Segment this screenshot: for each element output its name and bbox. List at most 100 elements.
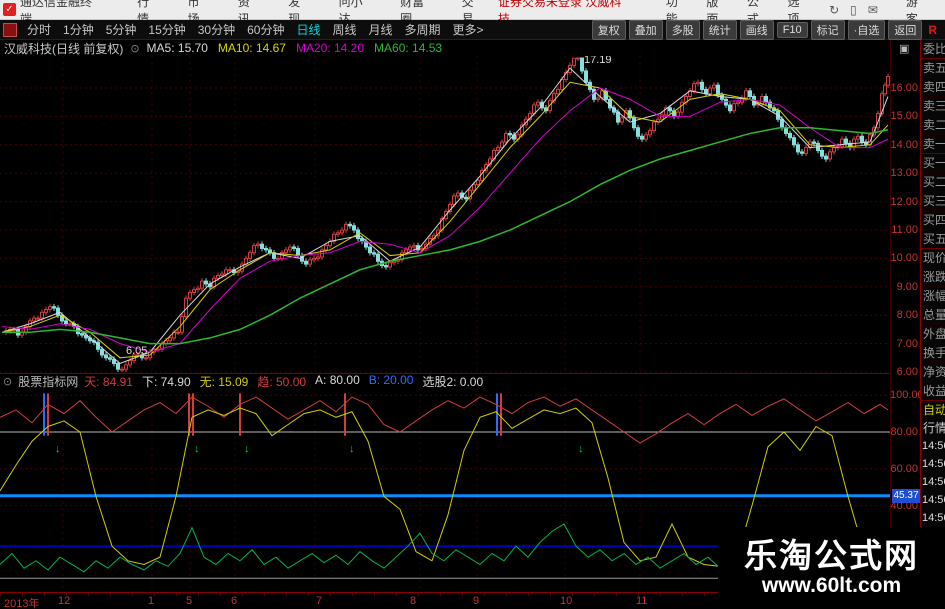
axis-price-label: 7.00 [896, 337, 918, 350]
collapse-icon[interactable]: ⊙ [130, 42, 139, 55]
period-tab[interactable]: 分时 [21, 21, 57, 38]
axis-price-label: 13.00 [890, 167, 918, 180]
sidebar-tab[interactable]: 行情 [921, 419, 945, 437]
indicator-value: B: 20.00 [368, 372, 414, 387]
watermark-title: 乐淘公式网 [744, 537, 919, 574]
toolbar-button[interactable]: 标记 [810, 19, 845, 40]
period-toolbar: 分时 1分钟 5分钟 15分钟 30分钟 60分钟 日线 周线 月线 多周期 更多> 复权 叠加 多股统… [0, 19, 945, 40]
period-tab[interactable]: 周线 [326, 21, 362, 38]
tdx-terminal-window: ✓ 通达信金融终端 行情 市场 资讯 发现 问小达 财富圈 交易 证券交易未登录 汉威科技 … [0, 0, 945, 609]
ma-value: MA60: 14.53 [374, 41, 443, 55]
period-tab[interactable]: 日线 [290, 21, 326, 38]
mobile-icon[interactable]: ▯ [850, 3, 857, 17]
toolbar-button[interactable]: 画线 [739, 19, 774, 40]
sidebar-tab[interactable]: 自动 [921, 401, 945, 419]
quote-row-label: 买一 [921, 154, 945, 173]
period-tab[interactable]: 月线 [363, 21, 399, 38]
indicator-value: 天: 84.91 [84, 374, 133, 389]
tick-time: 14:56 [922, 512, 945, 524]
quote-row-label: 买三 [921, 192, 945, 211]
indicator-collapse-icon[interactable]: ⊙ [3, 375, 12, 388]
quote-row-label: 买五 [921, 230, 945, 249]
period-tab[interactable]: 多周期 [399, 21, 447, 38]
indicator-values: 天: 84.91 下: 74.90 无: 15.09 趋: 50.00 A: 80.00… [84, 373, 483, 390]
indicator-value: 下: 74.90 [141, 374, 191, 389]
period-tab[interactable]: 更多> [447, 21, 490, 38]
axis-price-label: 16.00 [890, 82, 918, 94]
toolbar-button[interactable]: 返回 [888, 19, 923, 40]
svg-text:↓: ↓ [194, 443, 200, 455]
axis-price-label: 10.00 [890, 252, 918, 265]
period-tab[interactable]: 15分钟 [142, 21, 191, 38]
watermark: 乐淘公式网 www.60lt.com [718, 527, 945, 609]
quote-sidebar: 委比 卖五 卖四 卖三 卖二 卖一 买一 买二 买三 买四 买五 现价 涨跌 涨幅 总量 外盘 换手 净资 收益 自… [920, 40, 945, 609]
axis-date-label: 9 [473, 595, 480, 607]
refresh-icon[interactable]: ↻ [829, 3, 839, 17]
axis-date-label: 6 [231, 595, 238, 607]
svg-text:↓: ↓ [578, 443, 584, 455]
axis-price-label: 11.00 [891, 224, 918, 236]
period-tab[interactable]: 1分钟 [57, 21, 100, 38]
quote-row-label: 卖四 [921, 78, 945, 97]
quote-row-label: 涨跌 [921, 268, 945, 287]
calendar-icon[interactable] [3, 22, 17, 37]
indicator-value-tag: 45.37 [892, 488, 920, 503]
svg-text:17.19: 17.19 [584, 56, 612, 66]
axis-date-label: 8 [410, 595, 417, 607]
logo-glyph: ✓ [5, 4, 14, 15]
quote-row-label: 涨幅 [921, 287, 945, 306]
toolbar-button[interactable]: 复权 [591, 19, 626, 40]
toolbar-button[interactable]: 多股 [665, 19, 700, 40]
svg-text:↓: ↓ [244, 443, 250, 455]
period-tab[interactable]: 5分钟 [100, 21, 143, 38]
ma-legend: MA5: 15.70 MA10: 14.67 MA20: 14.20 MA60: 14… [147, 41, 443, 55]
chart-title: 汉威科技(日线 前复权) [4, 41, 124, 56]
indicator-header: ⊙ 股票指标网 天: 84.91 下: 74.90 无: 15.09 趋: 50.00… [0, 373, 890, 390]
candlestick-chart[interactable]: 17.19 6.05 [0, 56, 890, 373]
chart-header: 汉威科技(日线 前复权) ⊙ MA5: 15.70 MA10: 14.67 MA20… [0, 40, 890, 56]
ma-value: MA5: 15.70 [146, 41, 208, 55]
quote-row-label: 现价 [921, 249, 945, 268]
axis-date-label: 1 [148, 595, 155, 607]
quote-row-label: 卖三 [921, 97, 945, 116]
axis-date-label: 2013年 [4, 598, 40, 609]
axis-price-label: 100.00 [890, 389, 924, 402]
period-tabs: 分时 1分钟 5分钟 15分钟 30分钟 60分钟 日线 周线 月线 多周期 更多> [21, 21, 490, 38]
indicator-value: 无: 15.09 [199, 374, 249, 389]
sidebar-tabs: 自动 行情 [921, 401, 945, 437]
toolbar-button[interactable]: 统计 [702, 19, 737, 40]
indicator-value: 趋: 50.00 [257, 374, 307, 389]
toolbar-button[interactable]: 叠加 [628, 19, 663, 40]
tick-time: 14:56 [922, 494, 945, 506]
svg-text:↓: ↓ [349, 443, 355, 455]
quote-row-label: 外盘 [921, 325, 945, 344]
app-logo-icon: ✓ [3, 3, 16, 16]
indicator-name[interactable]: 股票指标网 [18, 373, 78, 390]
toolbar-actions: 复权 叠加 多股 统计 画线 F10 标记 ·自选 返回 [591, 19, 923, 40]
window-mode-icon[interactable]: ▣ [899, 42, 909, 55]
axis-price-label: 14.00 [890, 138, 918, 151]
toolbar-button[interactable]: F10 [776, 21, 808, 38]
toolbar-button[interactable]: ·自选 [847, 19, 886, 40]
axis-price-label: 12.00 [890, 195, 918, 208]
axis-date-label: 7 [316, 595, 323, 607]
axis-date-label: 5 [186, 595, 193, 607]
quote-row-label: 卖五 [921, 59, 945, 78]
axis-price-label: 8.00 [896, 309, 918, 322]
axis-price-label: 9.00 [896, 280, 918, 293]
axis-date-label: 11 [636, 595, 648, 607]
ma-value: MA20: 14.20 [295, 41, 365, 55]
mail-icon[interactable]: ✉ [868, 3, 878, 17]
axis-date-label: 10 [560, 595, 573, 607]
period-tab[interactable]: 30分钟 [192, 21, 241, 38]
axis-date-label: 12 [58, 595, 71, 607]
axis-price-label: 15.00 [890, 110, 918, 123]
period-tab[interactable]: 60分钟 [241, 21, 290, 38]
indicator-value: 选股2: 0.00 [422, 374, 484, 389]
quote-rows: 委比 卖五 卖四 卖三 卖二 卖一 买一 买二 买三 买四 买五 现价 涨跌 涨幅 总量 外盘 换手 净资 收益 [921, 40, 945, 401]
ma-value: MA10: 14.67 [217, 41, 286, 55]
quote-row-label: 收益 [921, 382, 945, 401]
price-scale: 16.00 15.00 14.00 13.00 12.00 11.00 10.00 9.00 8… [890, 40, 924, 592]
quote-row-label: 换手 [921, 344, 945, 363]
menubar-icons: ↻ ▯ ✉ [829, 3, 878, 17]
